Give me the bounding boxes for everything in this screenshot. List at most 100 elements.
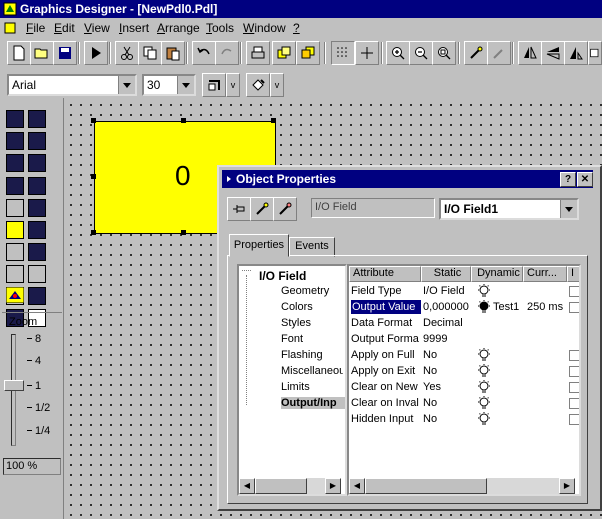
tree-item-styles[interactable]: Styles — [281, 317, 311, 329]
palette-swatch[interactable] — [28, 154, 46, 172]
menu-view[interactable]: View — [84, 21, 110, 35]
copy-button[interactable] — [138, 41, 162, 65]
zoom-level-8[interactable]: 8 — [35, 333, 41, 345]
scroll-left-icon[interactable]: ◀ — [349, 478, 365, 494]
column-header-static[interactable]: Static — [421, 266, 471, 282]
scroll-thumb[interactable] — [365, 478, 487, 494]
menu-arrange[interactable]: Arrange — [157, 21, 200, 35]
zoom-area-button[interactable] — [432, 41, 456, 65]
tree-item-limits[interactable]: Limits — [281, 381, 310, 393]
document-icon[interactable] — [3, 21, 17, 35]
toolbar-overflow-button[interactable] — [588, 41, 602, 65]
palette-swatch[interactable] — [28, 287, 46, 305]
indirect-checkbox[interactable] — [569, 414, 579, 425]
chevron-down-icon[interactable] — [560, 200, 577, 218]
tree-item-font[interactable]: Font — [281, 333, 303, 345]
static-value-cell[interactable]: I/O Field — [423, 285, 471, 297]
tree-item-output-input[interactable]: Output/Inp — [281, 397, 345, 409]
lightbulb-icon[interactable] — [477, 348, 491, 362]
tree-root-io-field[interactable]: I/O Field — [259, 269, 306, 283]
fill-color-button[interactable] — [246, 73, 270, 97]
lightbulb-icon[interactable] — [477, 396, 491, 410]
font-select[interactable]: Arial — [7, 74, 137, 96]
palette-swatch[interactable] — [6, 132, 24, 150]
zoom-level-4[interactable]: 4 — [35, 355, 41, 367]
palette-swatch[interactable] — [28, 199, 46, 217]
run-button[interactable] — [84, 41, 108, 65]
palette-swatch[interactable] — [6, 265, 24, 283]
palette-fill-pattern-icon[interactable] — [6, 287, 24, 303]
copy-properties-button[interactable] — [250, 197, 274, 221]
mirror-horizontal-button[interactable] — [541, 41, 565, 65]
zoom-level-1-2[interactable]: 1/2 — [35, 402, 50, 414]
pin-dialog-button[interactable] — [227, 197, 251, 221]
object-name-select[interactable]: I/O Field1 — [439, 198, 579, 220]
selection-handle[interactable] — [181, 118, 186, 123]
scroll-right-icon[interactable]: ▶ — [559, 478, 575, 494]
menu-edit[interactable]: Edit — [54, 21, 75, 35]
attribute-row[interactable]: Apply on Exit No — [349, 363, 579, 379]
palette-swatch[interactable] — [28, 265, 46, 283]
static-value-cell[interactable]: Yes — [423, 381, 471, 393]
scroll-thumb[interactable] — [255, 478, 307, 494]
static-value-cell[interactable]: No — [423, 365, 471, 377]
mirror-vertical-button[interactable] — [518, 41, 542, 65]
menu-file[interactable]: File — [26, 21, 45, 35]
attribute-row[interactable]: Field Type I/O Field — [349, 283, 579, 299]
static-value-cell[interactable]: 0,000000 — [423, 301, 471, 313]
help-button[interactable]: ? — [560, 172, 576, 187]
rotate-button[interactable] — [564, 41, 588, 65]
zoom-level-1[interactable]: 1 — [35, 380, 41, 392]
indirect-checkbox[interactable] — [569, 350, 579, 361]
attribute-row[interactable]: Hidden Input No — [349, 411, 579, 427]
chevron-down-icon[interactable] — [177, 76, 194, 94]
scroll-left-icon[interactable]: ◀ — [239, 478, 255, 494]
lightbulb-icon[interactable] — [477, 380, 491, 394]
scroll-right-icon[interactable]: ▶ — [325, 478, 341, 494]
tab-events[interactable]: Events — [289, 237, 335, 257]
zoom-level-1-4[interactable]: 1/4 — [35, 425, 50, 437]
dynamic-wizard-button[interactable] — [464, 41, 488, 65]
dynamic-tag-cell[interactable]: Test1 — [493, 301, 519, 313]
undo-button[interactable] — [192, 41, 216, 65]
column-header-current[interactable]: Curr... — [523, 266, 567, 282]
selection-handle[interactable] — [91, 118, 96, 123]
palette-swatch[interactable] — [28, 132, 46, 150]
update-cycle-cell[interactable]: 250 ms — [527, 301, 563, 313]
attribute-row[interactable]: Apply on Full No — [349, 347, 579, 363]
save-button[interactable] — [53, 41, 77, 65]
column-header-attribute[interactable]: Attribute — [349, 266, 421, 282]
indirect-checkbox[interactable] — [569, 286, 579, 297]
indirect-checkbox[interactable] — [569, 398, 579, 409]
line-style-button[interactable] — [202, 73, 226, 97]
dialog-title-bar[interactable]: Object Properties ? ✕ — [222, 170, 593, 188]
menu-insert[interactable]: Insert — [119, 21, 149, 35]
lightbulb-icon[interactable] — [477, 284, 491, 298]
redo-button[interactable] — [215, 41, 239, 65]
property-wizard-button[interactable] — [487, 41, 511, 65]
open-button[interactable] — [30, 41, 54, 65]
palette-swatch[interactable] — [6, 177, 24, 195]
palette-swatch[interactable] — [28, 110, 46, 128]
menu-window[interactable]: Window — [243, 21, 286, 35]
selection-handle[interactable] — [91, 174, 96, 179]
menu-help[interactable]: ? — [293, 21, 300, 35]
attribute-row[interactable]: Output Value 0,000000 Test1 250 ms — [349, 299, 579, 315]
selection-handle[interactable] — [271, 118, 276, 123]
attribute-name-cell[interactable]: Field Type — [351, 285, 419, 297]
grid-toggle-button[interactable] — [331, 41, 355, 65]
palette-swatch[interactable] — [28, 177, 46, 195]
attribute-name-cell[interactable]: Clear on Invali — [351, 397, 419, 409]
snap-to-grid-button[interactable] — [355, 41, 379, 65]
zoom-out-button[interactable] — [409, 41, 433, 65]
attribute-name-cell[interactable]: Data Format — [351, 317, 419, 329]
palette-swatch[interactable] — [28, 243, 46, 261]
static-value-cell[interactable]: Decimal — [423, 317, 471, 329]
bring-to-front-button[interactable] — [272, 41, 296, 65]
selection-handle[interactable] — [91, 230, 96, 235]
palette-swatch[interactable] — [6, 110, 24, 128]
tree-item-colors[interactable]: Colors — [281, 301, 313, 313]
lightbulb-active-icon[interactable] — [477, 300, 491, 314]
print-button[interactable] — [246, 41, 270, 65]
lightbulb-icon[interactable] — [477, 364, 491, 378]
